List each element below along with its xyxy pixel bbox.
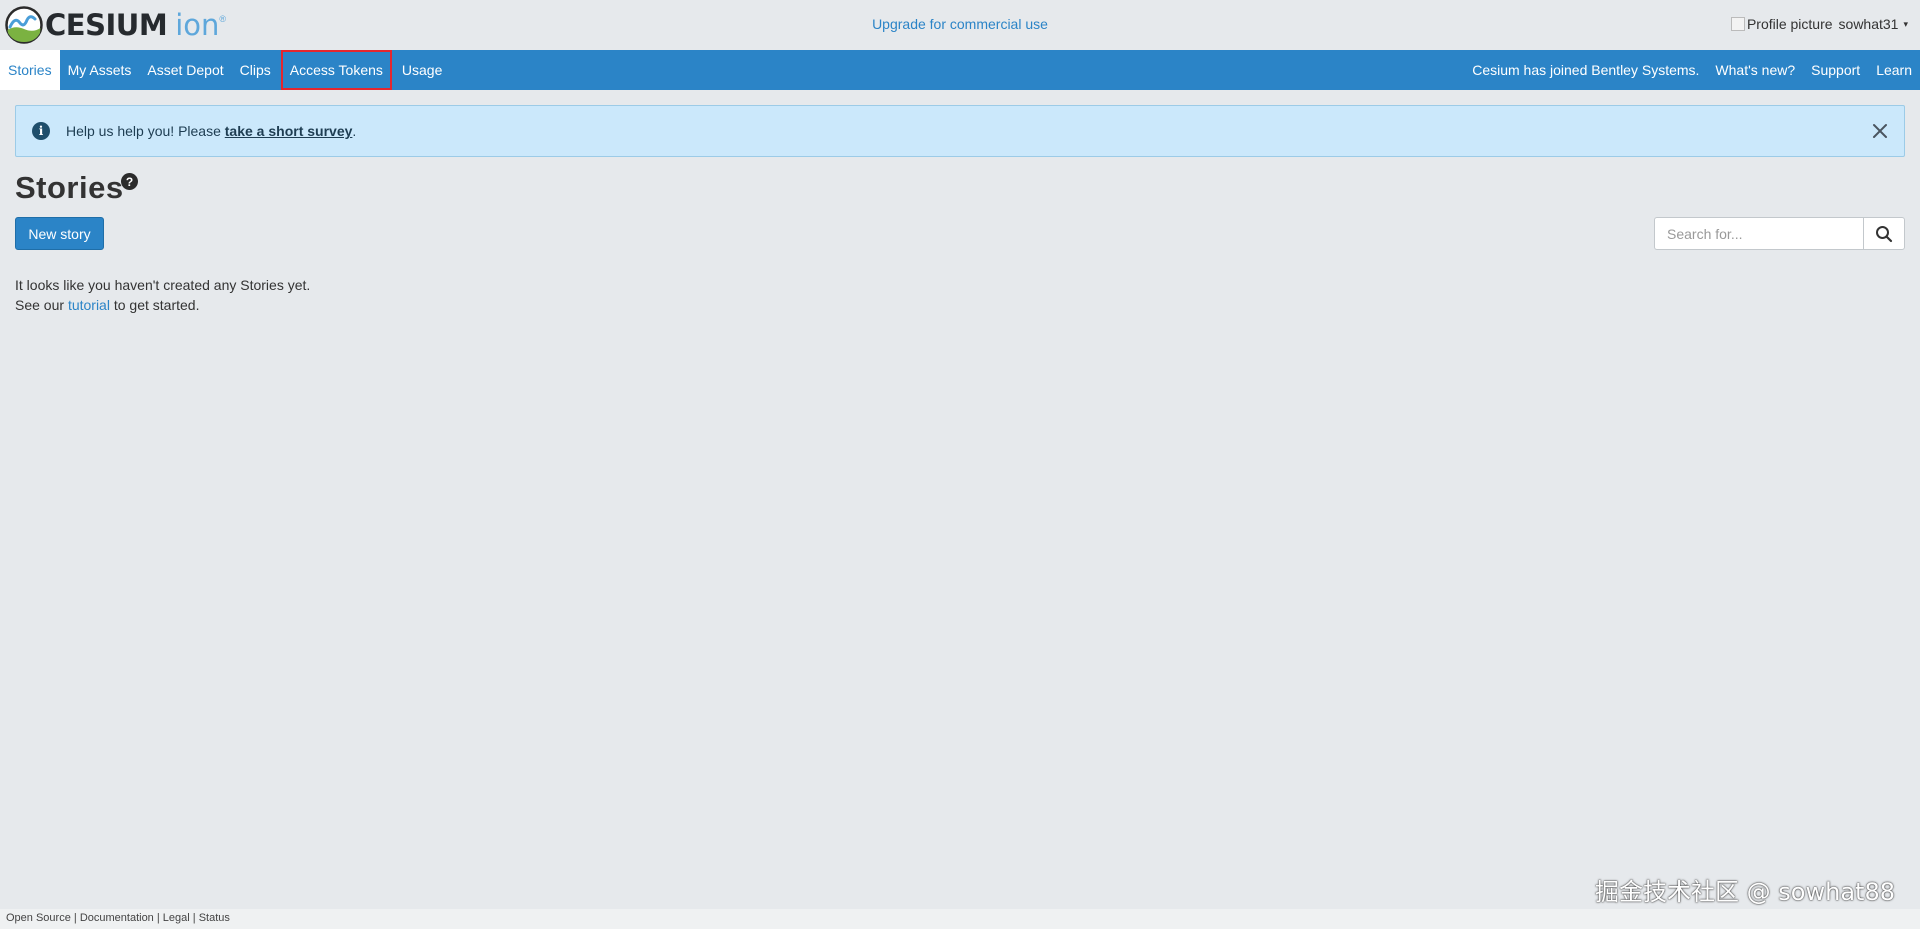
empty-state-prefix: See our [15, 297, 68, 313]
nav-asset-depot[interactable]: Asset Depot [139, 50, 231, 90]
nav-left-group: Stories My Assets Asset Depot Clips Acce… [0, 50, 450, 90]
logo-ion-text: ion [175, 8, 220, 42]
empty-state-message: It looks like you haven't created any St… [15, 275, 310, 315]
footer-documentation[interactable]: Documentation [80, 912, 154, 924]
cesium-logo-icon [5, 6, 43, 44]
survey-link[interactable]: take a short survey [225, 123, 353, 139]
close-icon [1873, 124, 1887, 138]
nav-access-tokens[interactable]: Access Tokens [280, 50, 392, 90]
empty-state-line1: It looks like you haven't created any St… [15, 277, 311, 293]
username: sowhat31 [1838, 16, 1899, 32]
search-input[interactable] [1654, 217, 1863, 250]
survey-alert: i Help us help you! Please take a short … [15, 105, 1905, 157]
watermark: 掘金技术社区 @ sowhat88 [1595, 878, 1895, 906]
nav-usage[interactable]: Usage [394, 50, 450, 90]
nav-learn[interactable]: Learn [1868, 50, 1920, 90]
footer-separator: | [189, 912, 199, 924]
search-icon [1876, 225, 1893, 242]
alert-text: Help us help you! Please [66, 123, 225, 139]
footer: Open Source | Documentation | Legal | St… [0, 909, 1920, 929]
tutorial-link[interactable]: tutorial [68, 297, 110, 313]
top-header: CESIUM ion ® Upgrade for commercial use … [0, 0, 1920, 50]
profile-menu[interactable]: Profile picture sowhat31 ▾ [1730, 16, 1908, 32]
caret-down-icon: ▾ [1903, 18, 1908, 29]
new-story-button[interactable]: New story [15, 217, 104, 250]
search-button[interactable] [1863, 217, 1905, 250]
page-title: Stories [15, 170, 124, 205]
broken-image-icon [1730, 17, 1745, 31]
profile-picture-alt: Profile picture [1746, 16, 1833, 32]
footer-status[interactable]: Status [199, 912, 230, 924]
footer-open-source[interactable]: Open Source [6, 912, 71, 924]
upgrade-link[interactable]: Upgrade for commercial use [872, 16, 1048, 32]
empty-state-line2: See our tutorial to get started. [15, 295, 310, 315]
nav-stories[interactable]: Stories [0, 50, 60, 90]
nav-my-assets[interactable]: My Assets [60, 50, 140, 90]
help-icon[interactable]: ? [121, 173, 138, 190]
close-alert-button[interactable] [1869, 120, 1891, 142]
logo-registered-mark: ® [219, 14, 227, 24]
nav-right-group: Cesium has joined Bentley Systems. What'… [1464, 50, 1920, 90]
cesium-ion-logo[interactable]: CESIUM ion ® [5, 6, 226, 44]
nav-clips[interactable]: Clips [232, 50, 279, 90]
nav-bentley-news[interactable]: Cesium has joined Bentley Systems. [1464, 50, 1707, 90]
logo-wordmark: CESIUM [45, 8, 168, 42]
nav-whats-new[interactable]: What's new? [1707, 50, 1803, 90]
search-box [1654, 217, 1905, 250]
alert-message: Help us help you! Please take a short su… [66, 123, 356, 139]
info-icon: i [32, 122, 50, 140]
footer-separator: | [153, 912, 163, 924]
empty-state-suffix: to get started. [109, 297, 200, 313]
nav-support[interactable]: Support [1803, 50, 1868, 90]
main-navbar: Stories My Assets Asset Depot Clips Acce… [0, 50, 1920, 90]
alert-suffix: . [352, 123, 357, 139]
footer-separator: | [70, 912, 80, 924]
footer-legal[interactable]: Legal [163, 912, 190, 924]
